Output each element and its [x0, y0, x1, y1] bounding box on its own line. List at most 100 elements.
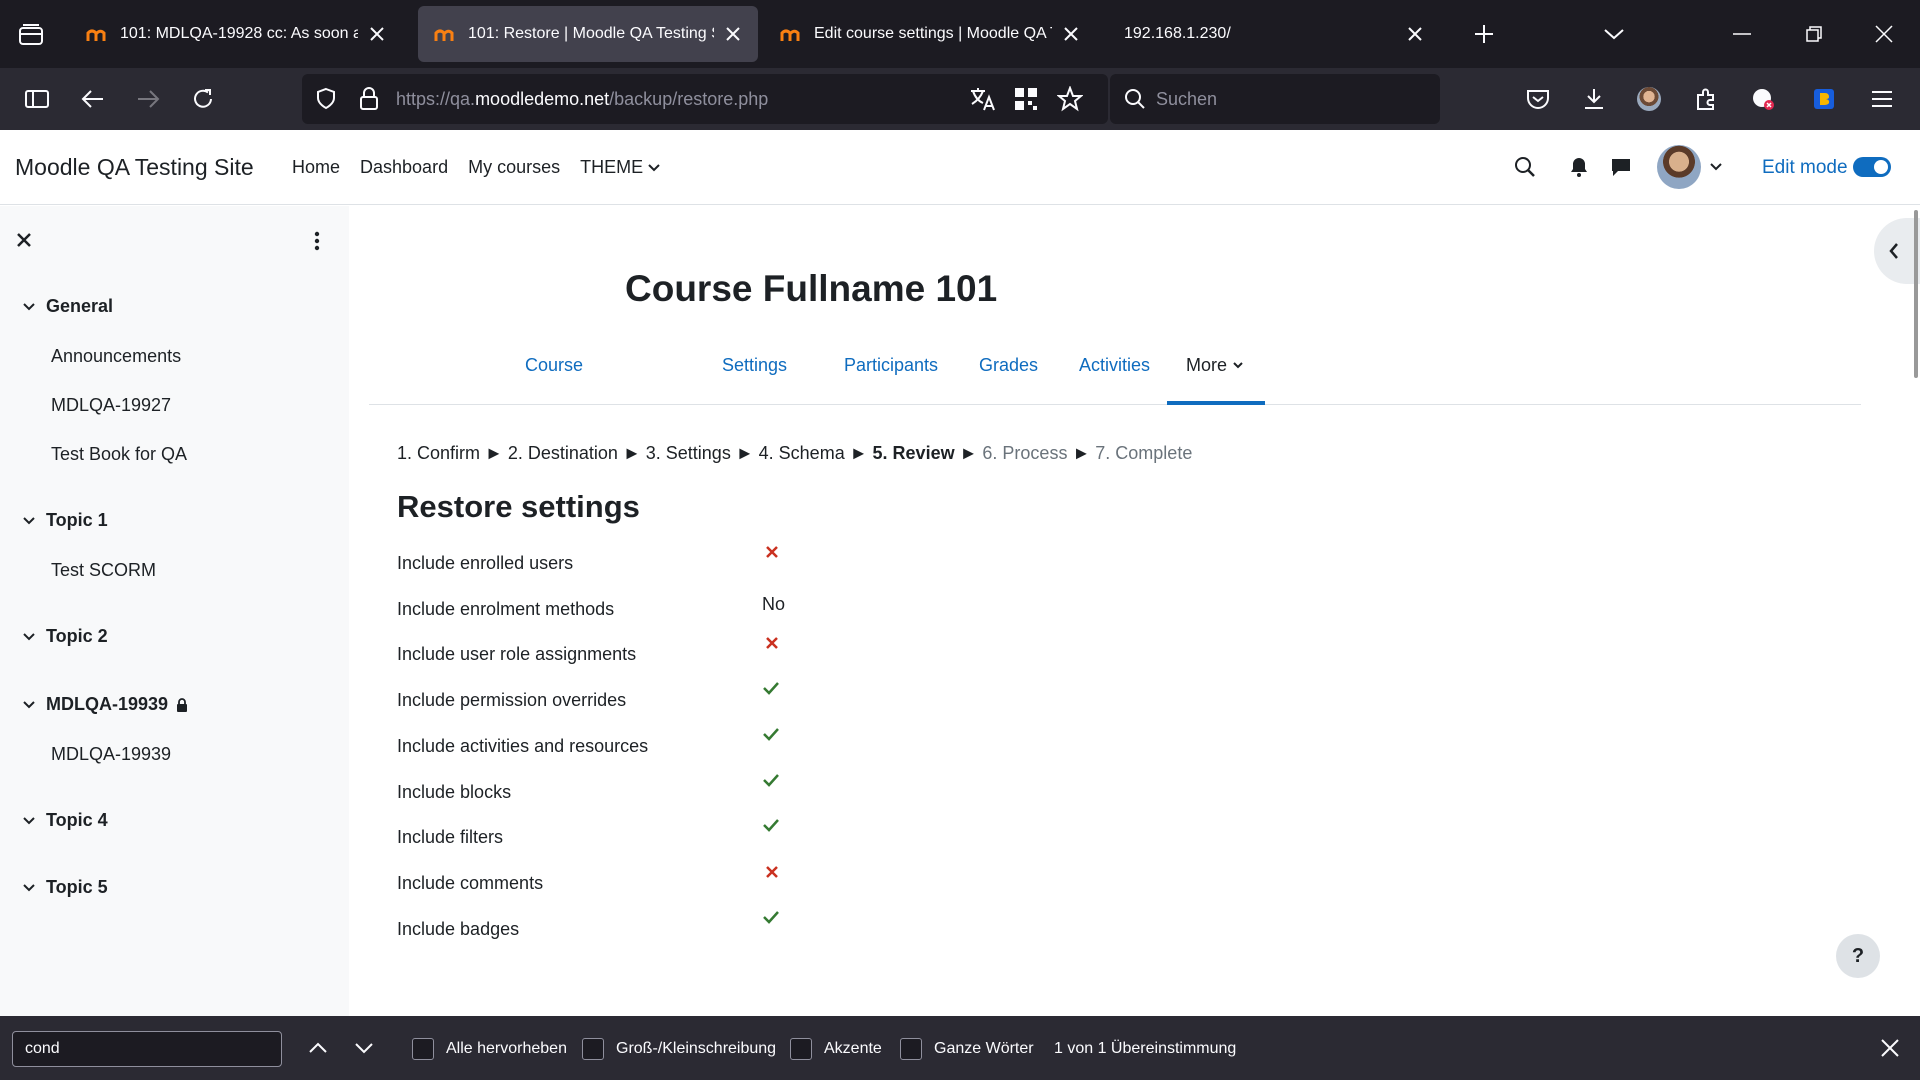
site-name[interactable]: Moodle QA Testing Site [15, 154, 254, 181]
close-tab-icon[interactable] [724, 25, 742, 43]
match-diacritics-label: Akzente [824, 1040, 882, 1057]
setting-label: Include permission overrides [397, 690, 627, 710]
nav-my-courses[interactable]: My courses [468, 157, 560, 178]
whole-words-option[interactable]: Ganze Wörter [900, 1038, 1034, 1060]
nav-theme-menu[interactable]: THEME [580, 157, 661, 178]
minimize-window-icon[interactable] [1728, 20, 1756, 48]
course-index-section-general[interactable]: General [22, 296, 113, 317]
restore-window-icon[interactable] [1800, 20, 1828, 48]
course-index-activity-mdlqa-19939[interactable]: MDLQA-19939 [51, 744, 171, 765]
new-tab-icon[interactable] [1470, 20, 1498, 48]
tab-settings[interactable]: Settings [722, 355, 787, 376]
setting-label: Include blocks [397, 782, 512, 802]
user-avatar[interactable] [1657, 145, 1701, 189]
course-index-activity-test-scorm[interactable]: Test SCORM [51, 560, 156, 581]
close-window-icon[interactable] [1870, 20, 1898, 48]
chevron-down-icon[interactable] [22, 883, 36, 893]
chevron-down-icon[interactable] [22, 516, 36, 526]
messages-icon[interactable] [1610, 156, 1632, 178]
find-input[interactable] [12, 1031, 282, 1067]
notifications-bell-icon[interactable] [1569, 156, 1589, 178]
menu-hamburger-icon[interactable] [1868, 85, 1896, 113]
restore-step: 2. Destination [507, 443, 618, 463]
list-all-tabs-icon[interactable] [1600, 20, 1628, 48]
nav-dashboard[interactable]: Dashboard [360, 157, 448, 178]
privacy-extension-icon[interactable] [1749, 85, 1777, 113]
tab-title: 101: Restore | Moodle QA Testing Site [468, 25, 714, 42]
forward-icon[interactable] [133, 84, 163, 114]
highlight-all-option[interactable]: Alle hervorheben [412, 1038, 567, 1060]
tab-activities[interactable]: Activities [1079, 355, 1150, 376]
course-index-section-topic-1[interactable]: Topic 1 [22, 510, 108, 531]
restore-step: 3. Settings [645, 443, 731, 463]
close-find-bar-icon[interactable] [1876, 1034, 1904, 1062]
back-icon[interactable] [78, 84, 108, 114]
edit-mode-toggle[interactable] [1853, 157, 1891, 177]
nav-home[interactable]: Home [292, 157, 340, 178]
chevron-down-icon [1233, 362, 1243, 369]
tab-grades[interactable]: Grades [979, 355, 1038, 376]
match-case-checkbox[interactable] [582, 1038, 604, 1060]
restore-step: 6. Process [982, 443, 1068, 463]
main-content: Course Fullname 101 Course Settings Part… [349, 206, 1920, 1016]
course-index-section-mdlqa-19939[interactable]: MDLQA-19939 [22, 694, 198, 715]
extensions-icon[interactable] [1692, 85, 1720, 113]
reload-icon[interactable] [188, 84, 218, 114]
course-index-activity-mdlqa-19927[interactable]: MDLQA-19927 [51, 395, 171, 416]
tab-more[interactable]: More [1186, 355, 1244, 376]
close-drawer-icon[interactable] [16, 232, 32, 248]
chevron-down-icon[interactable] [22, 302, 36, 312]
pocket-icon[interactable] [1524, 85, 1552, 113]
tab-participants[interactable]: Participants [844, 355, 938, 376]
sidebar-icon[interactable] [22, 84, 52, 114]
find-previous-icon[interactable] [304, 1034, 332, 1062]
close-tab-icon[interactable] [1406, 25, 1424, 43]
close-tab-icon[interactable] [368, 25, 386, 43]
find-next-icon[interactable] [350, 1034, 378, 1062]
bookmark-star-icon[interactable] [1057, 86, 1083, 112]
tab-mdlqa-19928[interactable]: 101: MDLQA-19928 cc: As soon as we l [70, 6, 402, 62]
chevron-down-icon[interactable] [22, 700, 36, 710]
tab-course[interactable]: Course [525, 355, 583, 376]
downloads-icon[interactable] [1580, 85, 1608, 113]
qr-code-icon[interactable] [1013, 86, 1039, 112]
page-scrollbar[interactable] [1914, 210, 1918, 378]
restore-settings-heading: Restore settings [397, 489, 640, 524]
chevron-down-icon[interactable] [22, 816, 36, 826]
tab-local-ip[interactable]: 192.168.1.230/ [1108, 6, 1440, 62]
translate-icon[interactable] [969, 86, 997, 112]
close-tab-icon[interactable] [1062, 25, 1080, 43]
tab-restore[interactable]: 101: Restore | Moodle QA Testing Site [418, 6, 758, 62]
setting-label: Include activities and resources [397, 736, 649, 756]
tab-title: Edit course settings | Moodle QA Testin [814, 25, 1052, 42]
match-diacritics-checkbox[interactable] [790, 1038, 812, 1060]
match-diacritics-option[interactable]: Akzente [790, 1038, 882, 1060]
account-avatar-icon[interactable] [1635, 85, 1663, 113]
shield-icon[interactable] [314, 87, 338, 111]
lock-icon[interactable] [358, 87, 380, 111]
url-text[interactable]: https://qa.moodledemo.net/backup/restore… [396, 89, 768, 110]
search-icon[interactable] [1514, 156, 1536, 178]
course-index-section-topic-2[interactable]: Topic 2 [22, 626, 108, 647]
highlight-all-checkbox[interactable] [412, 1038, 434, 1060]
match-case-option[interactable]: Groß-/Kleinschreibung [582, 1038, 776, 1060]
whole-words-checkbox[interactable] [900, 1038, 922, 1060]
setting-label: Include enrolment methods [397, 599, 615, 619]
help-button[interactable]: ? [1836, 934, 1880, 978]
course-index-activity-announcements[interactable]: Announcements [51, 346, 181, 367]
chevron-down-icon[interactable] [22, 632, 36, 642]
more-options-kebab-icon[interactable] [312, 230, 322, 252]
section-label: Topic 1 [46, 510, 108, 530]
check-icon [762, 726, 780, 747]
section-label: General [46, 296, 114, 316]
browser-search-bar[interactable]: Suchen [1110, 74, 1440, 124]
user-menu-chevron-down-icon[interactable] [1709, 162, 1723, 172]
tab-edit-course-settings[interactable]: Edit course settings | Moodle QA Testin [764, 6, 1096, 62]
tab-list-icon[interactable] [14, 20, 48, 50]
bitwarden-extension-icon[interactable] [1810, 85, 1838, 113]
whole-words-label: Ganze Wörter [934, 1040, 1034, 1057]
course-index-section-topic-4[interactable]: Topic 4 [22, 810, 108, 831]
url-bar[interactable]: https://qa.moodledemo.net/backup/restore… [302, 74, 1108, 124]
course-index-section-topic-5[interactable]: Topic 5 [22, 877, 108, 898]
course-index-activity-test-book[interactable]: Test Book for QA [51, 444, 187, 465]
